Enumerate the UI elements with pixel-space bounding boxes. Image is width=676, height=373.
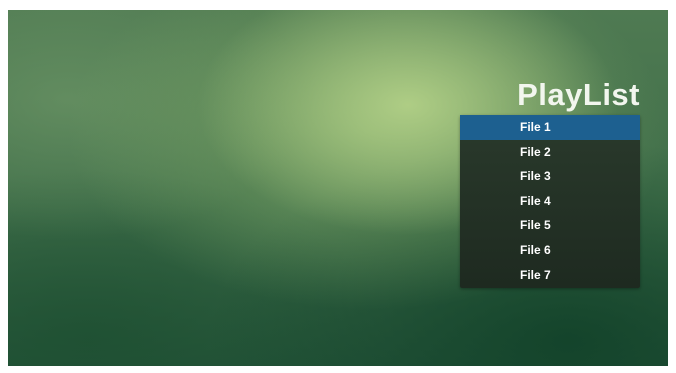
playlist-menu: File 1 File 2 File 3 File 4 File 5 File … [460, 115, 640, 288]
playlist-item-file-1[interactable]: File 1 [460, 115, 640, 140]
player-screen: PlayList File 1 File 2 File 3 File 4 Fil… [8, 10, 668, 366]
playlist-title: PlayList [517, 77, 640, 112]
playlist-item-file-6[interactable]: File 6 [460, 238, 640, 263]
playlist-item-file-4[interactable]: File 4 [460, 189, 640, 214]
playlist-item-file-7[interactable]: File 7 [460, 263, 640, 288]
playlist-item-file-2[interactable]: File 2 [460, 140, 640, 165]
playlist-item-file-5[interactable]: File 5 [460, 213, 640, 238]
playlist-item-file-3[interactable]: File 3 [460, 164, 640, 189]
